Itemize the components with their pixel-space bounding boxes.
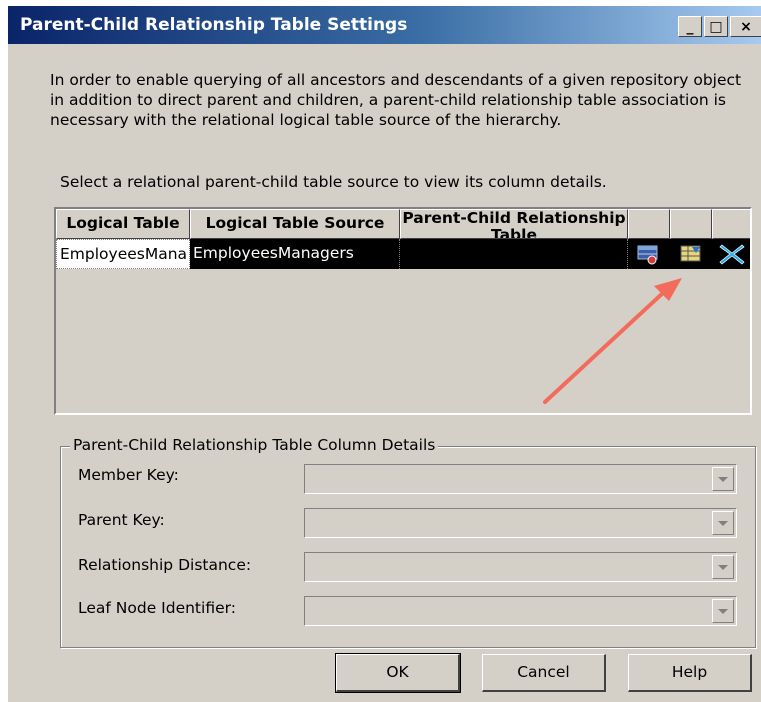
cell-logical-table-source[interactable]: EmployeesManagers: [190, 239, 400, 269]
cell-parent-child-table[interactable]: [400, 239, 628, 269]
cell-logical-table[interactable]: EmployeesMana: [56, 239, 190, 269]
title-bar[interactable]: Parent-Child Relationship Table Settings…: [8, 6, 761, 44]
column-header-edit: [670, 209, 712, 239]
parent-key-label: Parent Key:: [78, 511, 165, 529]
intro-text: In order to enable querying of all ances…: [50, 71, 742, 129]
column-header-logical-table-source[interactable]: Logical Table Source: [190, 209, 400, 239]
column-header-delete: [712, 209, 750, 239]
member-key-label: Member Key:: [78, 466, 179, 484]
parent-child-table-grid[interactable]: Logical Table Logical Table Source Paren…: [54, 207, 752, 415]
relationship-distance-combo[interactable]: [304, 552, 737, 582]
minimize-button[interactable]: _: [678, 16, 702, 37]
table-row[interactable]: EmployeesMana EmployeesManagers: [56, 239, 750, 269]
column-header-parent-child-table[interactable]: Parent-Child Relationship Table: [400, 209, 628, 239]
parent-key-combo[interactable]: [304, 508, 737, 538]
leaf-node-identifier-label: Leaf Node Identifier:: [78, 599, 236, 617]
leaf-node-identifier-combo[interactable]: [304, 596, 737, 626]
edit-table-icon[interactable]: [679, 243, 703, 265]
dialog-window: Parent-Child Relationship Table Settings…: [0, 0, 761, 702]
chevron-down-icon[interactable]: [712, 599, 734, 623]
maximize-button[interactable]: □: [704, 16, 728, 37]
cancel-button[interactable]: Cancel: [482, 654, 606, 692]
ok-button[interactable]: OK: [335, 653, 461, 693]
chevron-down-icon[interactable]: [712, 555, 734, 579]
column-header-select: [628, 209, 670, 239]
close-button[interactable]: ×: [730, 16, 761, 37]
window-title: Parent-Child Relationship Table Settings: [20, 15, 408, 35]
member-key-combo[interactable]: [304, 464, 737, 494]
delete-icon[interactable]: [718, 243, 746, 265]
column-details-legend: Parent-Child Relationship Table Column D…: [70, 436, 439, 454]
select-instruction: Select a relational parent-child table s…: [60, 173, 607, 191]
column-header-logical-table[interactable]: Logical Table: [56, 209, 190, 239]
chevron-down-icon[interactable]: [712, 467, 734, 491]
chevron-down-icon[interactable]: [712, 511, 734, 535]
select-table-icon[interactable]: [636, 243, 660, 265]
help-button[interactable]: Help: [628, 654, 752, 692]
relationship-distance-label: Relationship Distance:: [78, 556, 252, 574]
